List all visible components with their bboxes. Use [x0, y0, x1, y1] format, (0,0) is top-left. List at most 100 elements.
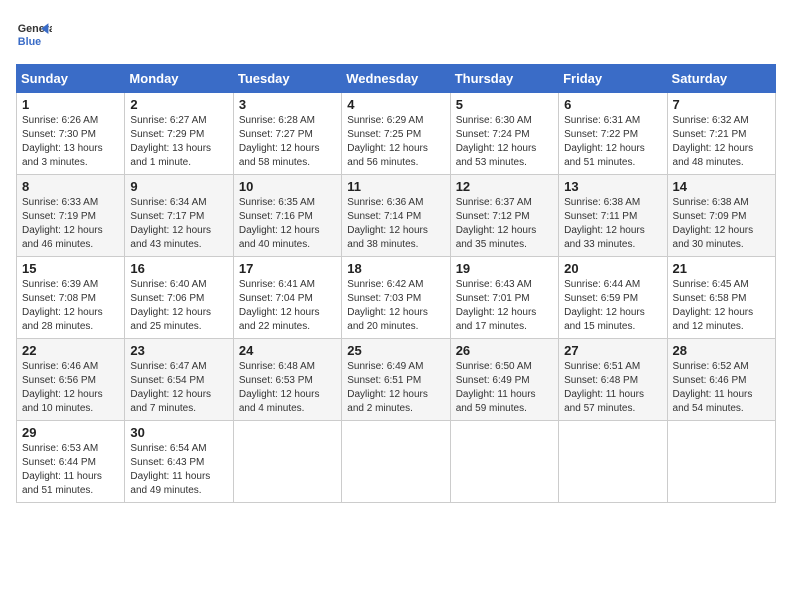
day-info: Sunrise: 6:38 AMSunset: 7:09 PMDaylight:…: [673, 196, 770, 252]
calendar-cell: 10 Sunrise: 6:35 AMSunset: 7:16 PMDaylig…: [233, 175, 341, 257]
day-number: 5: [456, 97, 553, 112]
calendar-cell: [342, 421, 450, 503]
calendar-cell: 25 Sunrise: 6:49 AMSunset: 6:51 PMDaylig…: [342, 339, 450, 421]
calendar-cell: 4 Sunrise: 6:29 AMSunset: 7:25 PMDayligh…: [342, 93, 450, 175]
day-number: 13: [564, 179, 661, 194]
day-info: Sunrise: 6:49 AMSunset: 6:51 PMDaylight:…: [347, 360, 444, 416]
day-info: Sunrise: 6:40 AMSunset: 7:06 PMDaylight:…: [130, 278, 227, 334]
day-number: 4: [347, 97, 444, 112]
weekday-header-sunday: Sunday: [17, 65, 125, 93]
day-number: 14: [673, 179, 770, 194]
day-info: Sunrise: 6:30 AMSunset: 7:24 PMDaylight:…: [456, 114, 553, 170]
svg-text:Blue: Blue: [18, 36, 41, 48]
calendar-cell: [233, 421, 341, 503]
day-number: 17: [239, 261, 336, 276]
day-info: Sunrise: 6:47 AMSunset: 6:54 PMDaylight:…: [130, 360, 227, 416]
day-info: Sunrise: 6:41 AMSunset: 7:04 PMDaylight:…: [239, 278, 336, 334]
day-number: 25: [347, 343, 444, 358]
calendar-cell: 1 Sunrise: 6:26 AMSunset: 7:30 PMDayligh…: [17, 93, 125, 175]
weekday-header-thursday: Thursday: [450, 65, 558, 93]
day-number: 10: [239, 179, 336, 194]
calendar-cell: 9 Sunrise: 6:34 AMSunset: 7:17 PMDayligh…: [125, 175, 233, 257]
day-info: Sunrise: 6:36 AMSunset: 7:14 PMDaylight:…: [347, 196, 444, 252]
calendar-cell: 15 Sunrise: 6:39 AMSunset: 7:08 PMDaylig…: [17, 257, 125, 339]
day-number: 3: [239, 97, 336, 112]
day-number: 1: [22, 97, 119, 112]
calendar-cell: 13 Sunrise: 6:38 AMSunset: 7:11 PMDaylig…: [559, 175, 667, 257]
calendar-cell: 12 Sunrise: 6:37 AMSunset: 7:12 PMDaylig…: [450, 175, 558, 257]
day-number: 8: [22, 179, 119, 194]
day-info: Sunrise: 6:45 AMSunset: 6:58 PMDaylight:…: [673, 278, 770, 334]
calendar-cell: 27 Sunrise: 6:51 AMSunset: 6:48 PMDaylig…: [559, 339, 667, 421]
day-info: Sunrise: 6:26 AMSunset: 7:30 PMDaylight:…: [22, 114, 119, 170]
day-info: Sunrise: 6:33 AMSunset: 7:19 PMDaylight:…: [22, 196, 119, 252]
day-number: 30: [130, 425, 227, 440]
calendar-cell: 19 Sunrise: 6:43 AMSunset: 7:01 PMDaylig…: [450, 257, 558, 339]
calendar-cell: 3 Sunrise: 6:28 AMSunset: 7:27 PMDayligh…: [233, 93, 341, 175]
day-number: 19: [456, 261, 553, 276]
calendar-cell: [559, 421, 667, 503]
calendar-cell: 6 Sunrise: 6:31 AMSunset: 7:22 PMDayligh…: [559, 93, 667, 175]
weekday-header-monday: Monday: [125, 65, 233, 93]
calendar-cell: 30 Sunrise: 6:54 AMSunset: 6:43 PMDaylig…: [125, 421, 233, 503]
day-info: Sunrise: 6:27 AMSunset: 7:29 PMDaylight:…: [130, 114, 227, 170]
day-number: 21: [673, 261, 770, 276]
calendar-cell: 22 Sunrise: 6:46 AMSunset: 6:56 PMDaylig…: [17, 339, 125, 421]
day-info: Sunrise: 6:42 AMSunset: 7:03 PMDaylight:…: [347, 278, 444, 334]
day-number: 20: [564, 261, 661, 276]
header-row: SundayMondayTuesdayWednesdayThursdayFrid…: [17, 65, 776, 93]
day-info: Sunrise: 6:31 AMSunset: 7:22 PMDaylight:…: [564, 114, 661, 170]
page-header: General Blue: [16, 16, 776, 52]
calendar-cell: 14 Sunrise: 6:38 AMSunset: 7:09 PMDaylig…: [667, 175, 775, 257]
day-number: 6: [564, 97, 661, 112]
day-info: Sunrise: 6:50 AMSunset: 6:49 PMDaylight:…: [456, 360, 553, 416]
calendar-week-1: 1 Sunrise: 6:26 AMSunset: 7:30 PMDayligh…: [17, 93, 776, 175]
calendar-cell: 29 Sunrise: 6:53 AMSunset: 6:44 PMDaylig…: [17, 421, 125, 503]
day-info: Sunrise: 6:43 AMSunset: 7:01 PMDaylight:…: [456, 278, 553, 334]
day-number: 15: [22, 261, 119, 276]
logo-icon: General Blue: [16, 16, 52, 52]
weekday-header-tuesday: Tuesday: [233, 65, 341, 93]
day-number: 23: [130, 343, 227, 358]
weekday-header-wednesday: Wednesday: [342, 65, 450, 93]
day-number: 11: [347, 179, 444, 194]
calendar-week-5: 29 Sunrise: 6:53 AMSunset: 6:44 PMDaylig…: [17, 421, 776, 503]
day-number: 28: [673, 343, 770, 358]
day-number: 2: [130, 97, 227, 112]
day-number: 9: [130, 179, 227, 194]
calendar-cell: 21 Sunrise: 6:45 AMSunset: 6:58 PMDaylig…: [667, 257, 775, 339]
day-number: 26: [456, 343, 553, 358]
calendar-cell: 5 Sunrise: 6:30 AMSunset: 7:24 PMDayligh…: [450, 93, 558, 175]
calendar-cell: 17 Sunrise: 6:41 AMSunset: 7:04 PMDaylig…: [233, 257, 341, 339]
day-info: Sunrise: 6:51 AMSunset: 6:48 PMDaylight:…: [564, 360, 661, 416]
calendar-cell: 28 Sunrise: 6:52 AMSunset: 6:46 PMDaylig…: [667, 339, 775, 421]
calendar-week-4: 22 Sunrise: 6:46 AMSunset: 6:56 PMDaylig…: [17, 339, 776, 421]
calendar-week-3: 15 Sunrise: 6:39 AMSunset: 7:08 PMDaylig…: [17, 257, 776, 339]
calendar-cell: 23 Sunrise: 6:47 AMSunset: 6:54 PMDaylig…: [125, 339, 233, 421]
day-info: Sunrise: 6:35 AMSunset: 7:16 PMDaylight:…: [239, 196, 336, 252]
calendar-table: SundayMondayTuesdayWednesdayThursdayFrid…: [16, 64, 776, 503]
calendar-cell: 16 Sunrise: 6:40 AMSunset: 7:06 PMDaylig…: [125, 257, 233, 339]
calendar-cell: 26 Sunrise: 6:50 AMSunset: 6:49 PMDaylig…: [450, 339, 558, 421]
weekday-header-friday: Friday: [559, 65, 667, 93]
day-info: Sunrise: 6:37 AMSunset: 7:12 PMDaylight:…: [456, 196, 553, 252]
logo: General Blue: [16, 16, 52, 52]
calendar-cell: 8 Sunrise: 6:33 AMSunset: 7:19 PMDayligh…: [17, 175, 125, 257]
day-number: 7: [673, 97, 770, 112]
day-number: 27: [564, 343, 661, 358]
calendar-week-2: 8 Sunrise: 6:33 AMSunset: 7:19 PMDayligh…: [17, 175, 776, 257]
day-info: Sunrise: 6:28 AMSunset: 7:27 PMDaylight:…: [239, 114, 336, 170]
day-number: 12: [456, 179, 553, 194]
day-number: 24: [239, 343, 336, 358]
calendar-cell: 11 Sunrise: 6:36 AMSunset: 7:14 PMDaylig…: [342, 175, 450, 257]
calendar-cell: 2 Sunrise: 6:27 AMSunset: 7:29 PMDayligh…: [125, 93, 233, 175]
weekday-header-saturday: Saturday: [667, 65, 775, 93]
day-info: Sunrise: 6:53 AMSunset: 6:44 PMDaylight:…: [22, 442, 119, 498]
day-info: Sunrise: 6:52 AMSunset: 6:46 PMDaylight:…: [673, 360, 770, 416]
calendar-cell: 24 Sunrise: 6:48 AMSunset: 6:53 PMDaylig…: [233, 339, 341, 421]
day-info: Sunrise: 6:39 AMSunset: 7:08 PMDaylight:…: [22, 278, 119, 334]
day-info: Sunrise: 6:48 AMSunset: 6:53 PMDaylight:…: [239, 360, 336, 416]
calendar-cell: 7 Sunrise: 6:32 AMSunset: 7:21 PMDayligh…: [667, 93, 775, 175]
day-info: Sunrise: 6:54 AMSunset: 6:43 PMDaylight:…: [130, 442, 227, 498]
day-info: Sunrise: 6:46 AMSunset: 6:56 PMDaylight:…: [22, 360, 119, 416]
